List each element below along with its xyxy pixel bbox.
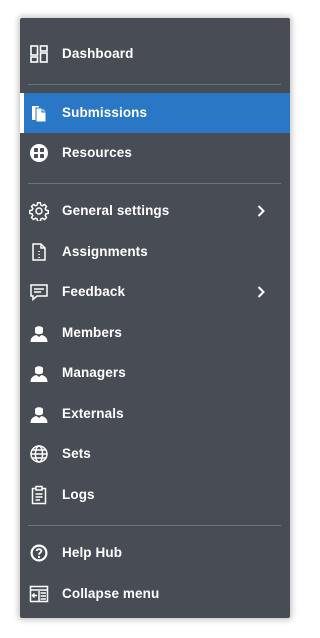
menu-item-help-hub[interactable]: Help Hub [20, 533, 290, 573]
dashboard-icon [29, 44, 49, 64]
menu-item-label: Sets [62, 446, 91, 461]
person-icon [29, 363, 49, 383]
menu-item-label: Managers [62, 365, 126, 380]
chevron-right-icon [254, 285, 268, 299]
menu-item-members[interactable]: Members [20, 313, 290, 353]
menu-item-dashboard[interactable]: Dashboard [20, 34, 290, 74]
feedback-speech-bubble-icon [29, 282, 49, 302]
menu-item-label: Dashboard [62, 46, 134, 61]
menu-item-submissions[interactable]: Submissions [20, 93, 290, 133]
help-question-icon [29, 543, 49, 563]
menu-item-label: Members [62, 325, 122, 340]
person-icon [29, 323, 49, 343]
resources-icon [29, 143, 49, 163]
divider [28, 183, 281, 184]
menu-item-general-settings[interactable]: General settings [20, 191, 290, 231]
menu-item-label: Resources [62, 145, 132, 160]
gear-icon [29, 201, 49, 221]
sidebar-menu: Dashboard Submissions Resources General … [20, 18, 290, 618]
collapse-menu-button[interactable]: Collapse menu [20, 574, 290, 614]
menu-item-label: Submissions [62, 105, 148, 120]
menu-item-label: Collapse menu [62, 586, 160, 601]
assignment-document-icon [29, 242, 49, 262]
menu-item-label: Assignments [62, 244, 148, 259]
menu-item-label: General settings [62, 203, 170, 218]
menu-item-sets[interactable]: Sets [20, 434, 290, 474]
menu-item-label: Externals [62, 406, 124, 421]
person-icon [29, 404, 49, 424]
chevron-right-icon [254, 204, 268, 218]
menu-item-externals[interactable]: Externals [20, 394, 290, 434]
collapse-menu-icon [29, 584, 49, 604]
divider [28, 84, 281, 85]
globe-icon [29, 444, 49, 464]
menu-item-logs[interactable]: Logs [20, 475, 290, 515]
clipboard-icon [29, 485, 49, 505]
menu-item-feedback[interactable]: Feedback [20, 272, 290, 312]
menu-item-label: Help Hub [62, 545, 123, 560]
menu-item-label: Logs [62, 487, 95, 502]
menu-item-assignments[interactable]: Assignments [20, 232, 290, 272]
divider [28, 525, 281, 526]
menu-item-resources[interactable]: Resources [20, 133, 290, 173]
submissions-icon [29, 103, 49, 123]
menu-item-label: Feedback [62, 284, 126, 299]
menu-item-managers[interactable]: Managers [20, 353, 290, 393]
